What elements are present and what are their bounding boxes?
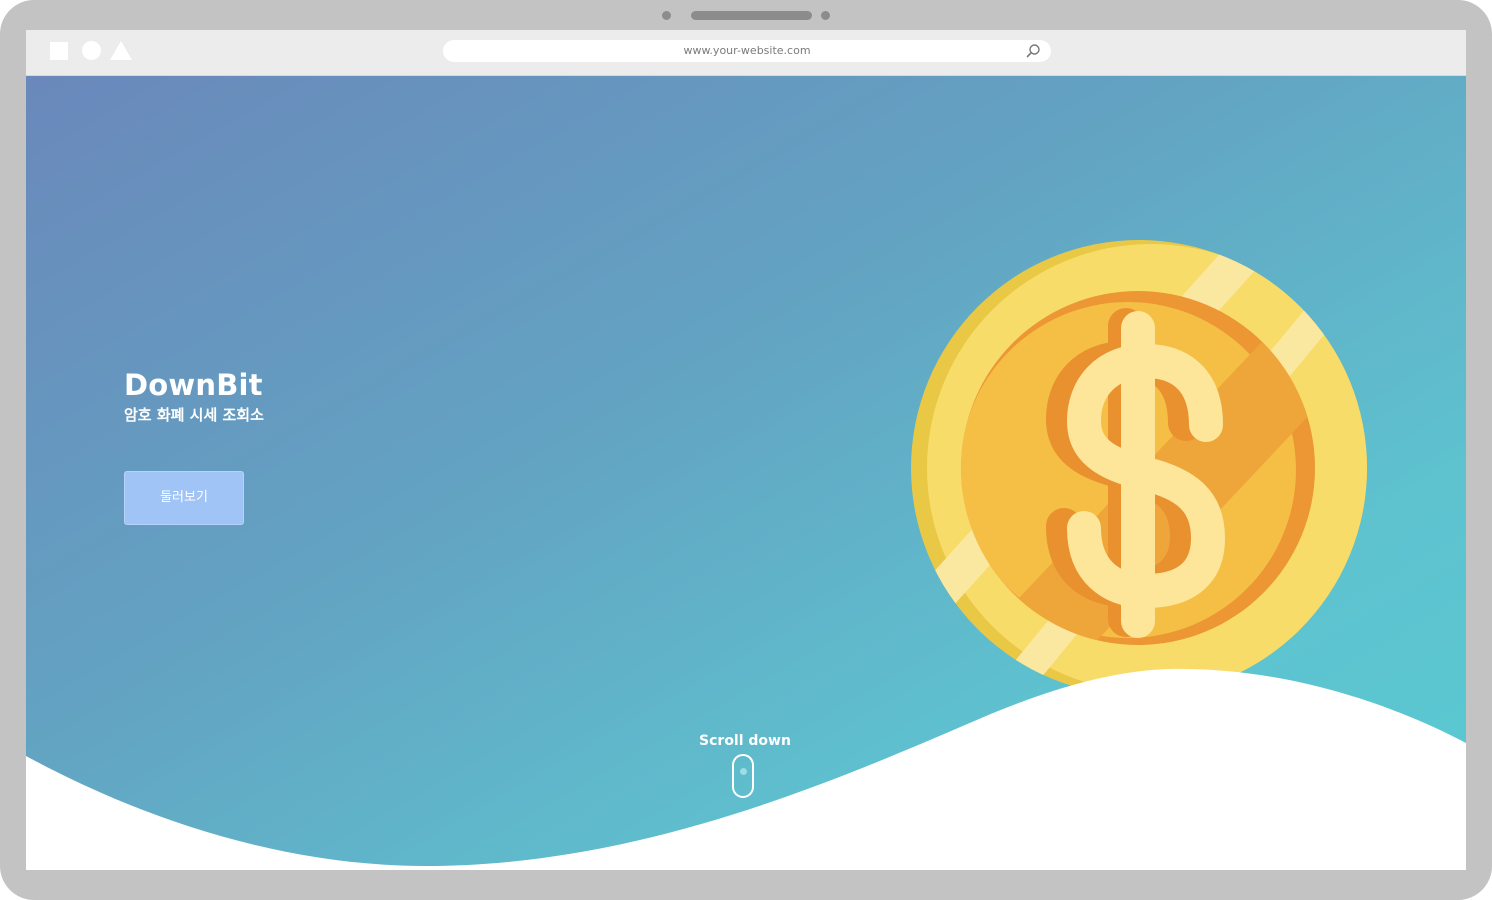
brand-title: DownBit	[124, 368, 263, 402]
hero-section: DownBit 암호 화폐 시세 조회소 둘러보기 Scroll down	[26, 76, 1466, 870]
browser-screen: www.your-website.com DownBit 암호 화폐 시세 조회…	[26, 30, 1466, 870]
camera-dot	[662, 11, 671, 20]
laptop-frame: www.your-website.com DownBit 암호 화폐 시세 조회…	[0, 0, 1492, 900]
search-icon[interactable]	[1025, 43, 1041, 59]
camera-bar	[691, 11, 812, 20]
address-bar[interactable]: www.your-website.com	[443, 40, 1051, 62]
camera-dot	[821, 11, 830, 20]
explore-button[interactable]: 둘러보기	[124, 471, 244, 525]
triangle-shape-icon	[110, 41, 132, 60]
url-text[interactable]: www.your-website.com	[443, 40, 1051, 62]
mouse-wheel-dot	[740, 768, 747, 775]
scroll-down-label: Scroll down	[699, 733, 791, 749]
brand-subtitle: 암호 화폐 시세 조회소	[124, 406, 264, 424]
mouse-scroll-icon[interactable]	[732, 754, 754, 798]
circle-shape-icon	[82, 41, 101, 60]
square-shape-icon	[50, 42, 68, 60]
browser-toolbar: www.your-website.com	[26, 30, 1466, 76]
